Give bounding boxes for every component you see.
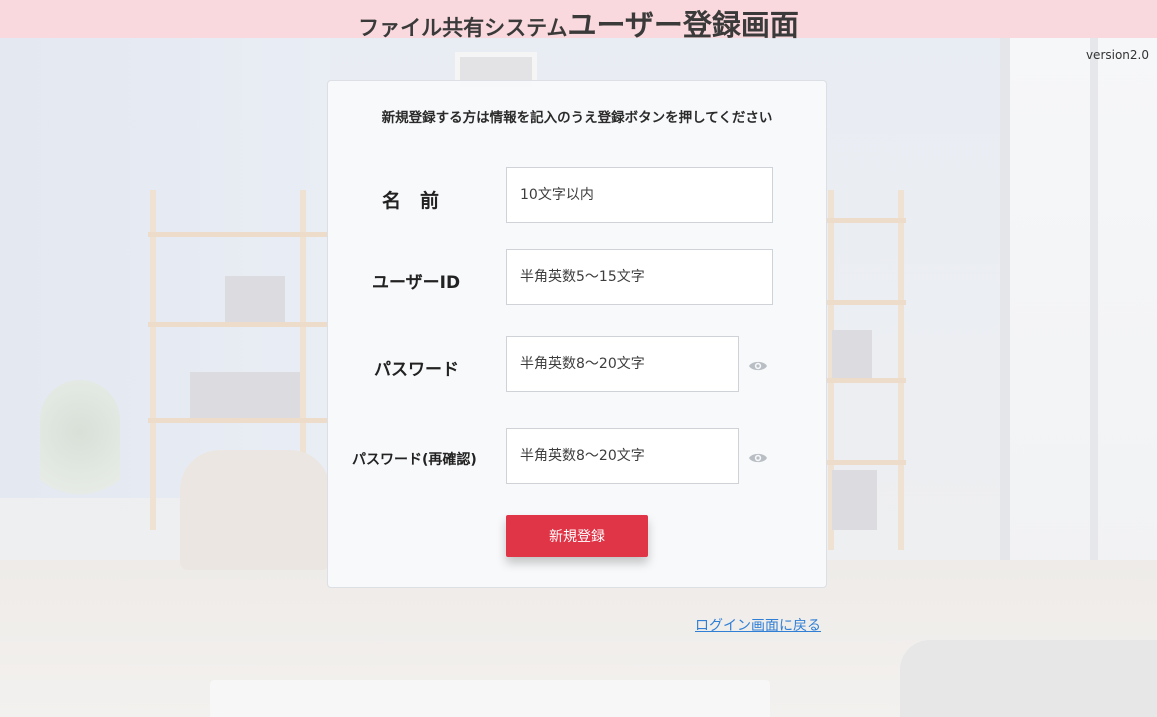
register-button[interactable]: 新規登録 xyxy=(506,515,648,557)
page-title-screen: ユーザー登録画面 xyxy=(567,8,799,42)
password-confirm-input[interactable] xyxy=(506,428,739,484)
back-to-login-link[interactable]: ログイン画面に戻る xyxy=(695,615,821,635)
password-input[interactable] xyxy=(506,336,739,392)
version-label: version2.0 xyxy=(1085,48,1149,62)
name-input[interactable] xyxy=(506,167,773,223)
user-id-input[interactable] xyxy=(506,249,773,305)
page-header: ファイル共有システムユーザー登録画面 xyxy=(0,0,1157,42)
user-id-label: ユーザーID xyxy=(372,273,461,293)
form-instruction: 新規登録する方は情報を記入のうえ登録ボタンを押してください xyxy=(381,110,773,126)
eye-icon[interactable] xyxy=(748,450,768,464)
registration-form: 新規登録する方は情報を記入のうえ登録ボタンを押してください 名 前 ユーザーID… xyxy=(327,80,827,588)
page-title: ファイル共有システムユーザー登録画面 xyxy=(358,2,799,44)
password-label: パスワード xyxy=(374,360,459,380)
name-label: 名 前 xyxy=(382,190,440,212)
password-confirm-label: パスワード(再確認) xyxy=(352,452,477,468)
eye-icon[interactable] xyxy=(748,358,768,372)
page-title-system: ファイル共有システム xyxy=(358,16,568,40)
